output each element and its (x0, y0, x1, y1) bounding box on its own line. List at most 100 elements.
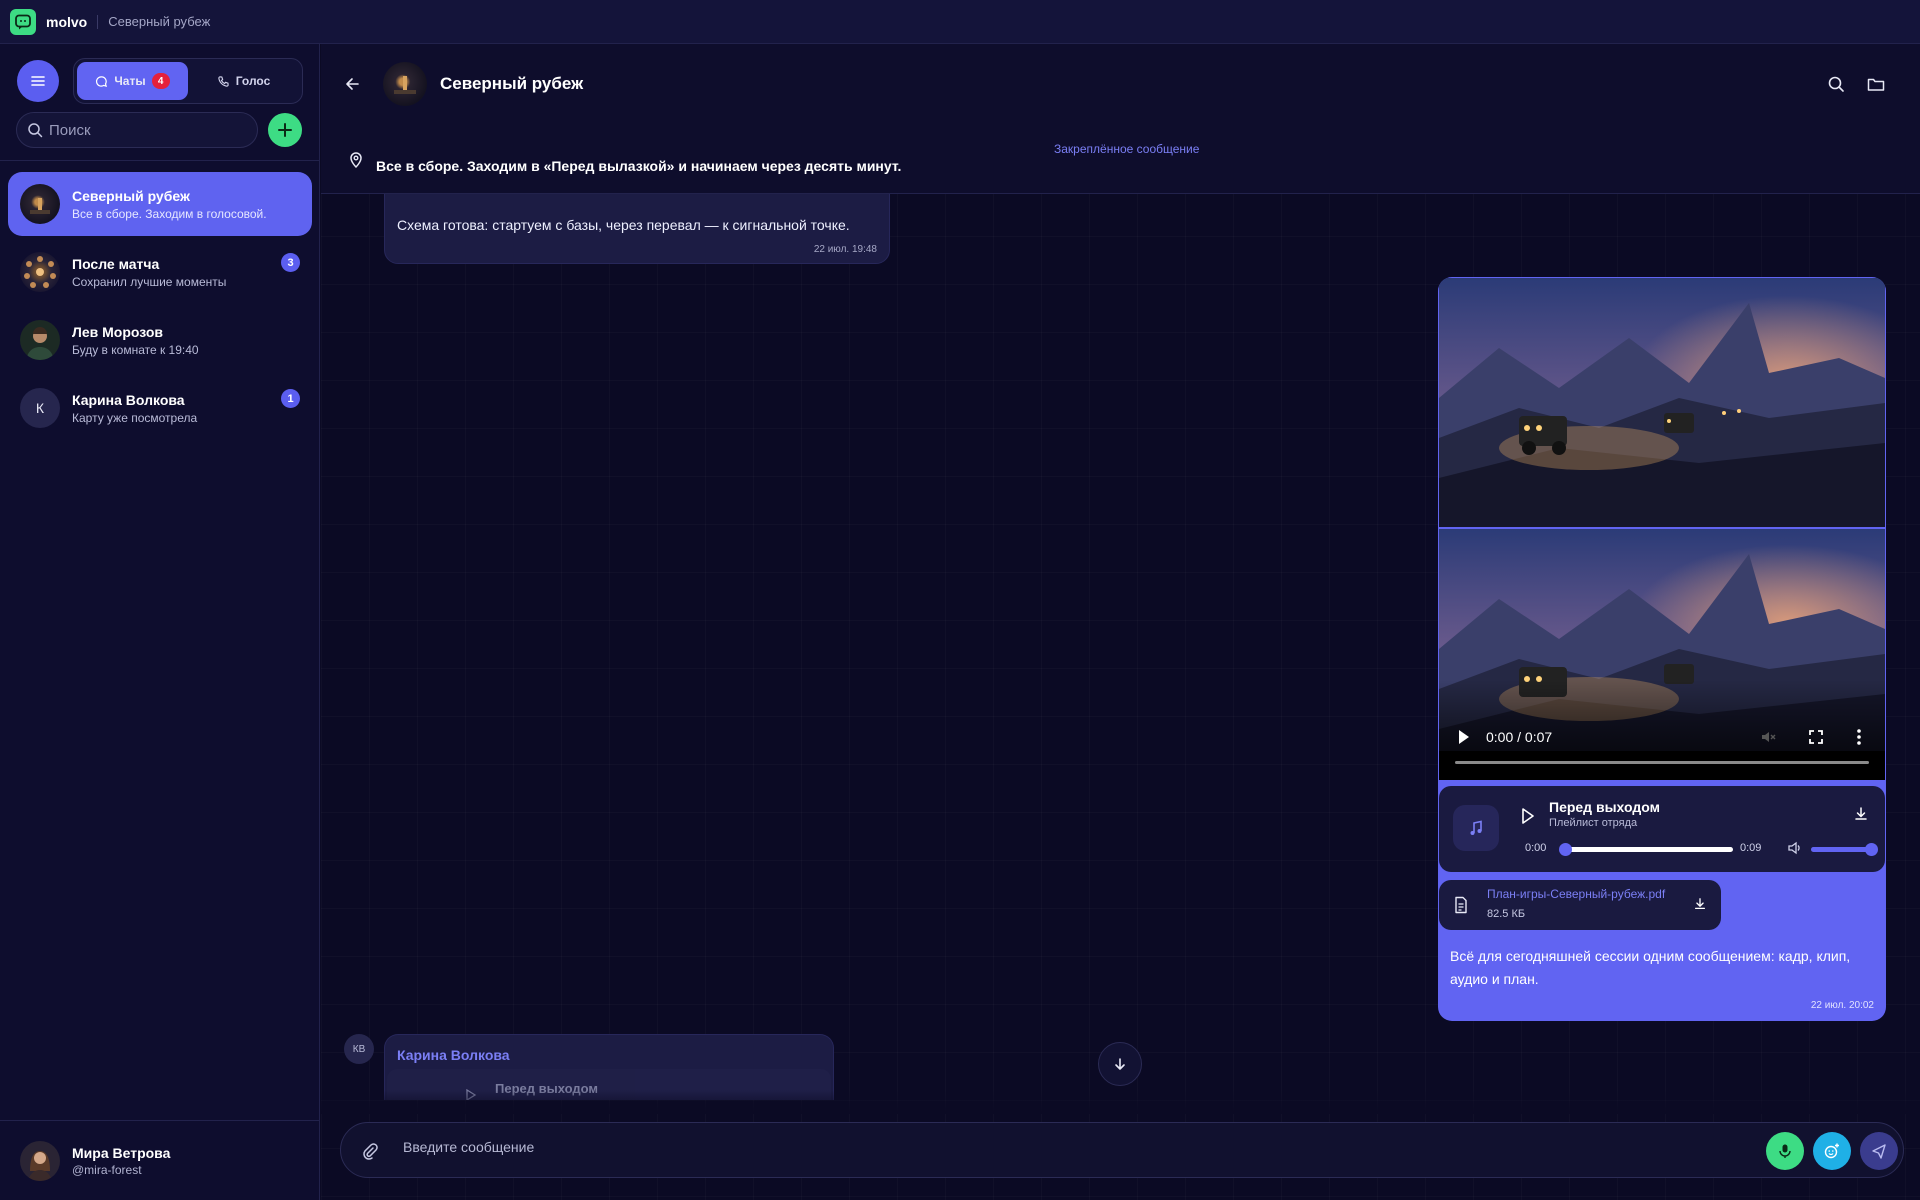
top-bar: molvo Северный рубеж (0, 0, 1920, 44)
volume-icon[interactable] (1787, 841, 1803, 855)
audio-subtitle: Плейлист отряда (1549, 817, 1638, 829)
window-title: Северный рубеж (108, 14, 211, 29)
audio-duration: 0:09 (1740, 842, 1762, 854)
chat-area: Схема готова: стартуем с базы, через пер… (321, 44, 1920, 1200)
video-progress-track[interactable] (1455, 761, 1869, 764)
profile-name: Мира Ветрова (72, 1144, 171, 1161)
music-note-icon (1453, 805, 1499, 851)
chat-preview: Сохранил лучшие моменты (72, 274, 227, 289)
tab-voice-label: Голос (235, 74, 271, 88)
chat-preview: Все в сборе. Заходим в голосовой. (72, 206, 267, 221)
chat-bubble-icon (96, 75, 108, 87)
profile-handle: @mira-forest (72, 1162, 142, 1177)
search-icon (28, 123, 43, 138)
chat-item-karina-volkova[interactable]: К Карина Волкова Карту уже посмотрела 1 (8, 376, 312, 440)
back-button[interactable] (343, 74, 363, 99)
avatar (20, 1140, 60, 1181)
arrow-down-icon (1115, 1058, 1125, 1070)
hamburger-icon (31, 76, 45, 86)
avatar: КВ (344, 1034, 374, 1064)
send-button[interactable] (1860, 1132, 1898, 1170)
microphone-icon (1779, 1144, 1791, 1158)
search-button[interactable] (1826, 74, 1846, 99)
chat-preview: Карту уже посмотрела (72, 410, 198, 425)
tab-chats-label: Чаты (114, 74, 146, 88)
menu-button[interactable] (17, 60, 59, 102)
search-box (16, 112, 258, 148)
folder-icon (1867, 78, 1885, 91)
volume-thumb[interactable] (1865, 843, 1878, 856)
more-vertical-icon[interactable] (1856, 728, 1862, 746)
emoji-button[interactable] (1813, 1132, 1851, 1170)
chat-header: Северный рубеж Закреплённое сообщение Вс… (321, 44, 1920, 194)
user-profile[interactable]: Мира Ветрова @mira-forest (0, 1120, 320, 1200)
avatar-initials: КВ (352, 1043, 366, 1055)
scroll-down-button[interactable] (1098, 1042, 1142, 1086)
volume-slider[interactable] (1811, 847, 1871, 852)
tab-chats[interactable]: Чаты 4 (77, 62, 188, 100)
volume-muted-icon[interactable] (1759, 728, 1777, 746)
unread-badge: 1 (281, 389, 300, 408)
pinned-label[interactable]: Закреплённое сообщение (1054, 142, 1199, 156)
message-fade (321, 1090, 1920, 1114)
pin-location-icon (348, 151, 364, 174)
document-icon (1455, 896, 1467, 914)
voice-record-button[interactable] (1766, 1132, 1804, 1170)
audio-player: Перед выходом Плейлист отряда 0:00 0:09 (1439, 786, 1885, 872)
chat-item-lev-morozov[interactable]: Лев Морозов Буду в комнате к 19:40 (8, 308, 312, 372)
unread-badge: 3 (281, 253, 300, 272)
pinned-message-text[interactable]: Все в сборе. Заходим в «Перед вылазкой» … (376, 158, 901, 174)
divider (97, 14, 99, 29)
emoji-add-icon (1824, 1143, 1839, 1159)
download-icon[interactable] (1693, 897, 1707, 911)
chat-preview: Буду в комнате к 19:40 (72, 342, 199, 357)
message-video[interactable]: 0:00 / 0:07 (1439, 529, 1885, 780)
play-icon[interactable] (1457, 729, 1471, 745)
avatar (20, 252, 60, 292)
app-logo-text: molvo (46, 13, 88, 30)
divider (0, 160, 320, 161)
file-name[interactable]: План-игры-Северный-рубеж.pdf (1487, 887, 1665, 901)
files-button[interactable] (1866, 74, 1886, 99)
paperclip-icon[interactable] (361, 1142, 379, 1160)
phone-icon (218, 75, 229, 87)
message-image[interactable] (1439, 278, 1885, 527)
new-chat-button[interactable] (268, 113, 302, 147)
avatar-initial: К (35, 400, 45, 416)
fullscreen-icon[interactable] (1807, 728, 1825, 746)
video-time: 0:00 / 0:07 (1486, 729, 1553, 745)
message-text: Схема готова: стартуем с базы, через пер… (397, 217, 850, 233)
chats-badge: 4 (151, 73, 170, 89)
download-icon[interactable] (1853, 806, 1869, 822)
sidebar: Чаты 4 Голос Северный рубеж Все в сборе.… (0, 44, 320, 1200)
message-outgoing: 0:00 / 0:07 Перед выходом Плейлист отряд… (1438, 277, 1886, 1021)
chat-item-posle-matcha[interactable]: После матча Сохранил лучшие моменты 3 (8, 240, 312, 304)
mode-switch: Чаты 4 Голос (73, 58, 303, 104)
chat-title: Северный рубеж (440, 74, 584, 93)
audio-progress-bar[interactable] (1565, 847, 1733, 852)
search-input[interactable] (49, 121, 249, 139)
tab-voice[interactable]: Голос (188, 62, 299, 100)
avatar (20, 184, 60, 224)
search-icon (1828, 76, 1844, 92)
message-time: 22 июл. 19:48 (813, 244, 877, 255)
chat-item-severny-rubezh[interactable]: Северный рубеж Все в сборе. Заходим в го… (8, 172, 312, 236)
arrow-left-icon (346, 78, 359, 90)
audio-progress-thumb[interactable] (1559, 843, 1572, 856)
message-time: 22 июл. 20:02 (1810, 1000, 1874, 1011)
play-icon[interactable] (1520, 807, 1536, 825)
sender-name[interactable]: Карина Волкова (397, 1047, 510, 1063)
file-attachment[interactable]: План-игры-Северный-рубеж.pdf 82.5 КБ (1439, 880, 1721, 930)
chat-name: Карина Волкова (72, 391, 185, 408)
message-composer (340, 1122, 1904, 1178)
plus-icon (278, 123, 292, 137)
send-icon (1872, 1144, 1886, 1159)
chat-list: Северный рубеж Все в сборе. Заходим в го… (8, 172, 312, 444)
audio-current-time: 0:00 (1525, 842, 1547, 854)
file-size: 82.5 КБ (1487, 908, 1526, 920)
chat-bubble-logo-icon (10, 8, 36, 35)
audio-title: Перед выходом (1549, 799, 1660, 815)
chat-name: Лев Морозов (72, 323, 164, 340)
message-input[interactable] (403, 1139, 1403, 1155)
chat-name: После матча (72, 255, 160, 272)
